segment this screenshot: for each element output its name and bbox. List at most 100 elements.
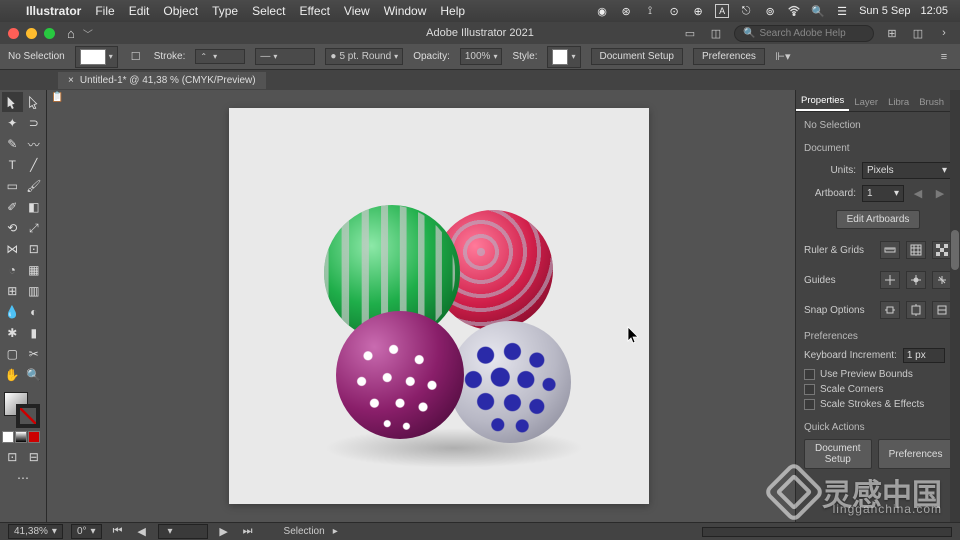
gradient-tool[interactable]: ▥ bbox=[24, 281, 45, 301]
share-icon[interactable]: ▭ bbox=[682, 27, 698, 39]
transparency-grid-icon[interactable] bbox=[932, 241, 952, 259]
ruler-icon[interactable] bbox=[880, 241, 900, 259]
snap-grid-icon[interactable] bbox=[906, 301, 926, 319]
preferences-button[interactable]: Preferences bbox=[693, 48, 765, 65]
artboard-nav-last[interactable]: ⏭ bbox=[240, 526, 256, 538]
panel-menu-icon[interactable]: ≡ bbox=[936, 51, 952, 63]
status-icon[interactable]: ⊙ bbox=[667, 4, 681, 18]
tab-properties[interactable]: Properties bbox=[796, 92, 849, 111]
workspace-icon[interactable]: ◫ bbox=[910, 27, 926, 39]
app-menu[interactable]: Illustrator bbox=[26, 4, 81, 18]
grid-icon[interactable] bbox=[906, 241, 926, 259]
artboard-nav[interactable]: ▾ bbox=[158, 524, 208, 539]
menu-type[interactable]: Type bbox=[212, 4, 238, 18]
menu-time[interactable]: 12:05 bbox=[920, 5, 948, 17]
tab-libraries[interactable]: Libra bbox=[883, 94, 914, 111]
fill-none-icon[interactable]: ☐ bbox=[128, 51, 144, 63]
chevron-down-icon[interactable]: ﹀ bbox=[83, 26, 93, 41]
sphere-grey-hexagons[interactable] bbox=[449, 321, 571, 443]
units-select[interactable]: Pixels▾ bbox=[862, 162, 952, 179]
tab-brushes[interactable]: Brush bbox=[914, 94, 949, 111]
none-mode[interactable] bbox=[28, 431, 40, 443]
opacity-input[interactable]: 100%▾ bbox=[460, 48, 503, 65]
screen-mode[interactable]: ⊟ bbox=[24, 447, 45, 467]
show-guides-icon[interactable] bbox=[880, 271, 900, 289]
color-mode[interactable] bbox=[2, 431, 14, 443]
eyedropper-tool[interactable]: 💧 bbox=[2, 302, 23, 322]
width-tool[interactable]: ⋈ bbox=[2, 239, 23, 259]
qa-document-setup-button[interactable]: Document Setup bbox=[804, 439, 872, 469]
menu-help[interactable]: Help bbox=[440, 4, 465, 18]
selection-tool[interactable] bbox=[2, 92, 23, 112]
curvature-tool[interactable]: 〰 bbox=[24, 134, 45, 154]
style-swatch[interactable]: ▾ bbox=[547, 46, 580, 68]
zoom-field[interactable]: 41,38%▾ bbox=[8, 524, 63, 539]
blend-tool[interactable]: ◐ bbox=[24, 302, 45, 322]
shape-builder-tool[interactable]: ◔ bbox=[2, 260, 23, 280]
paste-icon[interactable]: 📋 bbox=[51, 92, 63, 103]
draw-mode[interactable]: ⊡ bbox=[2, 447, 23, 467]
menu-effect[interactable]: Effect bbox=[299, 4, 329, 18]
document-setup-button[interactable]: Document Setup bbox=[591, 48, 684, 65]
use-preview-bounds-checkbox[interactable]: Use Preview Bounds bbox=[804, 369, 952, 380]
snap-pixel-icon[interactable] bbox=[932, 301, 952, 319]
collapse-icon[interactable]: › bbox=[936, 27, 952, 39]
status-menu-icon[interactable]: ▸ bbox=[333, 526, 338, 537]
lasso-tool[interactable]: ⊃ bbox=[24, 113, 45, 133]
status-icon[interactable]: ⟟ bbox=[643, 4, 657, 18]
menu-file[interactable]: File bbox=[95, 4, 114, 18]
artboard-select[interactable]: 1▾ bbox=[862, 185, 904, 202]
home-icon[interactable]: ⌂ bbox=[67, 26, 75, 41]
lock-guides-icon[interactable] bbox=[906, 271, 926, 289]
status-icon[interactable]: ⊛ bbox=[619, 4, 633, 18]
hand-tool[interactable]: ✋ bbox=[2, 365, 23, 385]
artboard-nav-next[interactable]: ▶ bbox=[216, 526, 232, 538]
paintbrush-tool[interactable]: 🖌 bbox=[24, 176, 45, 196]
close-button[interactable] bbox=[8, 28, 19, 39]
menu-object[interactable]: Object bbox=[163, 4, 198, 18]
artboard-nav-first[interactable]: ⏮ bbox=[110, 526, 126, 538]
canvas-area[interactable]: 📋 bbox=[47, 90, 795, 522]
stroke-swatch[interactable] bbox=[16, 404, 40, 428]
align-icon[interactable]: ⊩▾ bbox=[775, 51, 791, 63]
menu-window[interactable]: Window bbox=[384, 4, 427, 18]
next-artboard-icon[interactable]: ▶ bbox=[932, 188, 948, 200]
perspective-tool[interactable]: ▦ bbox=[24, 260, 45, 280]
rotate-field[interactable]: 0°▾ bbox=[71, 524, 102, 539]
language-icon[interactable]: A bbox=[715, 4, 729, 18]
horizontal-scrollbar[interactable] bbox=[702, 527, 952, 537]
type-tool[interactable]: T bbox=[2, 155, 23, 175]
wifi-icon[interactable] bbox=[787, 4, 801, 18]
close-icon[interactable]: × bbox=[68, 75, 74, 86]
shaper-tool[interactable]: ✐ bbox=[2, 197, 23, 217]
eraser-tool[interactable]: ◧ bbox=[24, 197, 45, 217]
artboard-tool[interactable]: ▢ bbox=[2, 344, 23, 364]
rotate-tool[interactable]: ⟲ bbox=[2, 218, 23, 238]
scale-corners-checkbox[interactable]: Scale Corners bbox=[804, 384, 952, 395]
status-icon[interactable]: ⊕ bbox=[691, 4, 705, 18]
pen-tool[interactable]: ✎ bbox=[2, 134, 23, 154]
tab-layers[interactable]: Layer bbox=[849, 94, 883, 111]
prev-artboard-icon[interactable]: ◀ bbox=[910, 188, 926, 200]
artboard[interactable] bbox=[229, 108, 649, 504]
menu-edit[interactable]: Edit bbox=[129, 4, 150, 18]
fill-swatch[interactable]: ▾ bbox=[75, 46, 118, 68]
qa-preferences-button[interactable]: Preferences bbox=[878, 439, 954, 469]
document-tab[interactable]: × Untitled-1* @ 41,38 % (CMYK/Preview) bbox=[58, 72, 266, 89]
free-transform-tool[interactable]: ⊡ bbox=[24, 239, 45, 259]
arrange-icon[interactable]: ◫ bbox=[708, 27, 724, 39]
menu-date[interactable]: Sun 5 Sep bbox=[859, 5, 910, 17]
search-icon[interactable]: 🔍 bbox=[811, 4, 825, 18]
gradient-mode[interactable] bbox=[15, 431, 27, 443]
sphere-purple-dots[interactable] bbox=[336, 311, 464, 439]
graph-tool[interactable]: ▮ bbox=[24, 323, 45, 343]
wifi-icon[interactable]: ⊚ bbox=[763, 4, 777, 18]
help-search[interactable]: 🔍 Search Adobe Help bbox=[734, 25, 874, 42]
maximize-button[interactable] bbox=[44, 28, 55, 39]
panel-scrollbar[interactable] bbox=[950, 90, 960, 522]
magic-wand-tool[interactable]: ✦ bbox=[2, 113, 23, 133]
minimize-button[interactable] bbox=[26, 28, 37, 39]
edit-toolbar[interactable]: ⋯ bbox=[2, 468, 44, 488]
scale-tool[interactable]: ⤢ bbox=[24, 218, 45, 238]
menu-select[interactable]: Select bbox=[252, 4, 285, 18]
